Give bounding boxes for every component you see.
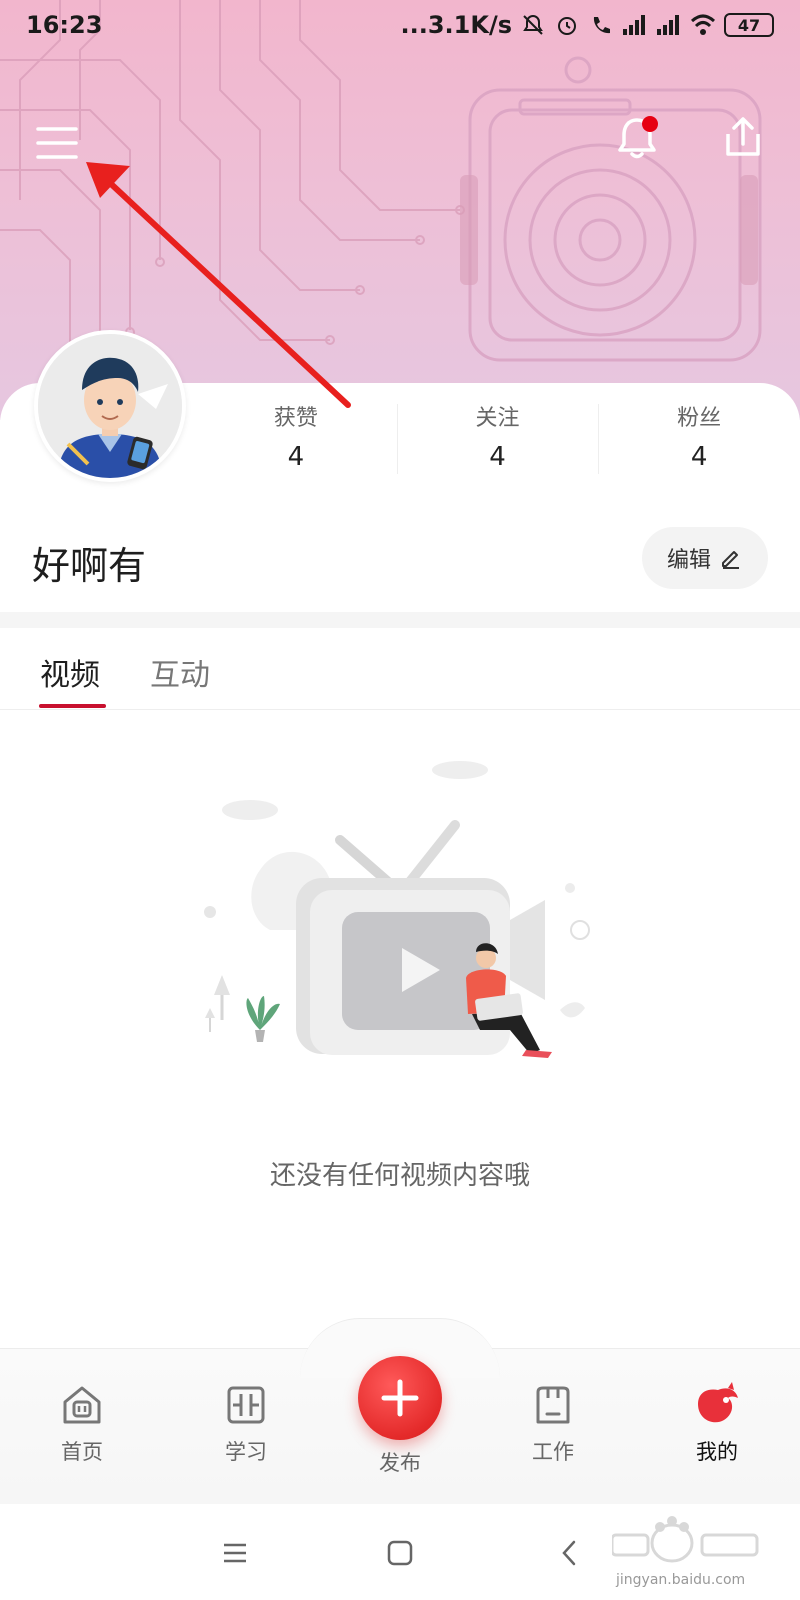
stat-likes[interactable]: 获赞 4 (195, 400, 397, 480)
home-icon (63, 1386, 101, 1424)
status-icons: ...3.1K/s 47 (400, 11, 774, 39)
share-button[interactable] (718, 112, 768, 162)
empty-tv-illustration (204, 761, 590, 1058)
bird-logo-icon (698, 1382, 738, 1423)
empty-state-message: 还没有任何视频内容哦 (269, 1161, 530, 1191)
home-button-icon[interactable] (385, 1538, 415, 1568)
hamburger-menu-icon (36, 127, 78, 159)
plus-icon (381, 1379, 419, 1417)
stat-value: 4 (489, 442, 506, 472)
notification-dot (642, 116, 658, 132)
share-icon (726, 117, 760, 156)
stat-label: 关注 (475, 406, 520, 431)
pencil-icon (722, 551, 739, 569)
recent-apps-icon[interactable] (220, 1538, 250, 1568)
menu-button[interactable] (32, 118, 82, 168)
nav-label: 我的 (696, 1440, 738, 1464)
avatar-illustration (38, 334, 182, 478)
battery-icon: 47 (724, 13, 774, 37)
stat-followers[interactable]: 粉丝 4 (598, 400, 800, 480)
username: 好啊有 (32, 544, 147, 588)
watermark-url: jingyan.baidu.com (616, 1572, 746, 1588)
publish-button[interactable] (358, 1356, 442, 1440)
tab-interaction[interactable]: 互动 (150, 650, 210, 694)
network-speed: ...3.1K/s (400, 11, 512, 39)
hd-signal-icon (657, 15, 679, 35)
call-icon (593, 17, 610, 34)
nav-item-work[interactable]: 工作 (493, 1382, 613, 1466)
avatar[interactable] (34, 330, 186, 482)
stat-following[interactable]: 关注 4 (396, 400, 599, 480)
stat-label: 粉丝 (677, 406, 722, 431)
active-tab-indicator (39, 704, 106, 708)
section-divider (0, 612, 800, 628)
wifi-icon (690, 14, 716, 35)
edit-label: 编辑 (666, 548, 711, 573)
notification-button[interactable] (612, 112, 662, 162)
content-tabs: 视频 互动 (0, 628, 800, 710)
tab-video[interactable]: 视频 (40, 650, 100, 694)
book-icon (227, 1386, 265, 1424)
signal-icon (623, 15, 645, 35)
nav-label: 工作 (532, 1440, 574, 1464)
status-time: 16:23 (26, 11, 103, 39)
profile-stats: 获赞 4 关注 4 粉丝 4 (195, 400, 800, 480)
alarm-icon (558, 17, 576, 35)
status-bar: 16:23 ...3.1K/s 47 (0, 0, 800, 50)
back-icon[interactable] (555, 1538, 585, 1568)
work-icon (536, 1386, 570, 1424)
bell-icon (618, 116, 658, 159)
stat-value: 4 (287, 442, 305, 472)
stat-value: 4 (690, 442, 708, 472)
mute-icon (523, 14, 543, 35)
nav-item-mine[interactable]: 我的 (657, 1382, 777, 1466)
stat-label: 获赞 (273, 406, 318, 431)
edit-profile-button[interactable]: 编辑 (642, 527, 768, 589)
